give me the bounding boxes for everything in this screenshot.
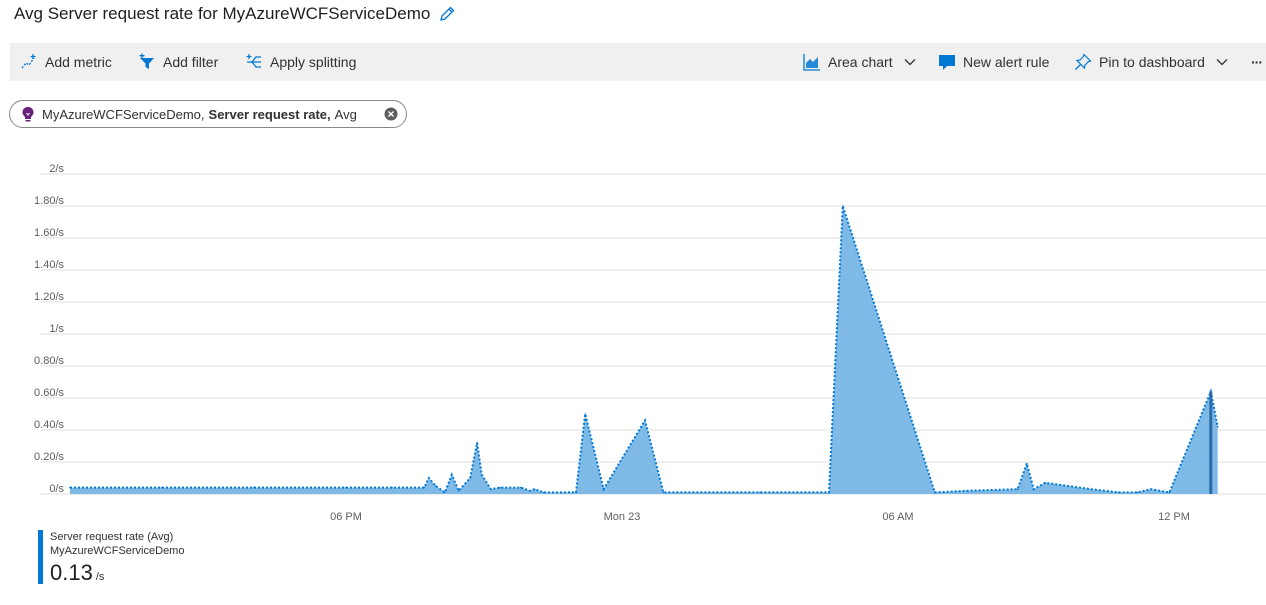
- data-point: [1044, 482, 1046, 484]
- chevron-down-icon: [904, 59, 916, 66]
- page-title-text: Avg Server request rate for MyAzureWCFSe…: [14, 4, 431, 23]
- data-point: [434, 485, 437, 487]
- y-tick-label: 1.40/s: [34, 259, 64, 271]
- x-tick-label: 06 PM: [330, 511, 362, 523]
- area-chart-icon: [803, 54, 820, 71]
- data-point: [253, 486, 255, 489]
- metric-pill-aggregation: Avg: [334, 106, 357, 122]
- y-tick-label: 0.60/s: [34, 387, 64, 399]
- splitting-icon: [246, 54, 261, 68]
- data-point: [1026, 462, 1028, 465]
- add-filter-button[interactable]: Add filter: [138, 43, 218, 81]
- data-point: [428, 477, 430, 479]
- data-point: [828, 491, 830, 494]
- data-point: [759, 491, 761, 494]
- data-point: [662, 491, 665, 494]
- series-area: [70, 206, 1218, 494]
- data-point: [1168, 491, 1171, 494]
- add-filter-label: Add filter: [163, 54, 219, 70]
- area-chart-label: Area chart: [828, 54, 893, 70]
- data-point: [457, 490, 460, 492]
- data-point: [499, 486, 501, 489]
- y-tick-label: 0.80/s: [34, 355, 64, 367]
- y-tick-label: 1.20/s: [34, 291, 64, 303]
- new-alert-rule-label: New alert rule: [963, 54, 1050, 70]
- data-point: [490, 488, 492, 491]
- area-chart-dropdown[interactable]: Area chart: [803, 43, 916, 81]
- data-point: [69, 486, 71, 489]
- data-point: [842, 205, 844, 207]
- alert-icon: [939, 55, 955, 70]
- y-tick-label: 2/s: [49, 163, 64, 175]
- data-point: [1150, 488, 1152, 491]
- data-point: [1118, 491, 1120, 494]
- apply-splitting-label: Apply splitting: [270, 54, 357, 70]
- more-options-icon: ···: [1251, 54, 1263, 70]
- data-point: [1016, 488, 1019, 491]
- y-tick-label: 1/s: [49, 323, 64, 335]
- legend-resource: MyAzureWCFServiceDemo: [50, 545, 185, 557]
- data-point: [966, 490, 968, 492]
- y-tick-label: 0.20/s: [34, 451, 64, 463]
- data-point: [391, 486, 393, 489]
- pin-to-dashboard-label: Pin to dashboard: [1099, 54, 1205, 70]
- y-tick-label: 0/s: [49, 483, 64, 495]
- y-tick-label: 0.40/s: [34, 419, 64, 431]
- data-point: [602, 488, 605, 491]
- y-tick-label: 1.60/s: [34, 227, 64, 239]
- data-point: [480, 474, 483, 476]
- more-options-button[interactable]: ···: [1251, 43, 1263, 81]
- add-metric-icon: [21, 54, 36, 69]
- x-tick-label: 06 AM: [882, 511, 913, 523]
- metric-chart[interactable]: 0/s 0.20/s 0.40/s 0.60/s 0.80/s 1/s 1.20/s 1.40…: [0, 150, 1266, 530]
- pencil-icon[interactable]: [438, 5, 456, 23]
- x-tick-label: 12 PM: [1158, 511, 1190, 523]
- data-point: [423, 486, 426, 489]
- legend-value-unit: /s: [95, 571, 105, 583]
- app-insights-icon: [22, 107, 34, 122]
- chevron-down-icon: [1216, 59, 1228, 66]
- data-point: [584, 413, 586, 415]
- data-point: [345, 486, 347, 489]
- data-point: [529, 490, 531, 492]
- data-point: [644, 419, 646, 422]
- data-point: [1136, 491, 1138, 494]
- data-point: [1090, 488, 1092, 491]
- data-point: [520, 486, 522, 489]
- apply-splitting-button[interactable]: Apply splitting: [245, 43, 356, 81]
- data-point: [575, 491, 577, 494]
- data-point: [476, 442, 478, 444]
- legend-color-bar: [38, 530, 43, 584]
- add-metric-button[interactable]: Add metric: [20, 43, 112, 81]
- data-point: [1216, 426, 1219, 428]
- chart-toolbar: Add metric Add filter Apply splitting Ar…: [10, 43, 1266, 81]
- data-point: [934, 491, 936, 494]
- new-alert-rule-button[interactable]: New alert rule: [938, 43, 1049, 81]
- legend-value: 0.13/s: [50, 560, 104, 586]
- metric-pill-metric: Server request rate,: [208, 106, 331, 122]
- metric-pill-resource: MyAzureWCFServiceDemo,: [42, 106, 205, 122]
- data-point: [543, 491, 545, 494]
- filter-icon: [139, 53, 154, 69]
- close-icon[interactable]: [384, 107, 398, 121]
- data-point: [451, 474, 453, 476]
- data-point: [444, 491, 446, 494]
- data-point: [161, 486, 163, 489]
- data-point: [469, 477, 472, 479]
- y-tick-label: 1.80/s: [34, 195, 64, 207]
- legend-value-number: 0.13: [50, 560, 93, 585]
- add-metric-label: Add metric: [45, 54, 112, 70]
- data-point: [533, 488, 536, 491]
- legend-series-name: Server request rate (Avg): [50, 531, 174, 543]
- data-point: [1032, 488, 1035, 491]
- pin-to-dashboard-dropdown[interactable]: Pin to dashboard: [1074, 43, 1228, 81]
- page-title: Avg Server request rate for MyAzureWCFSe…: [14, 4, 456, 24]
- x-tick-label: Mon 23: [604, 511, 641, 523]
- pin-icon: [1075, 53, 1092, 70]
- metric-pill[interactable]: MyAzureWCFServiceDemo, Server request ra…: [9, 100, 407, 128]
